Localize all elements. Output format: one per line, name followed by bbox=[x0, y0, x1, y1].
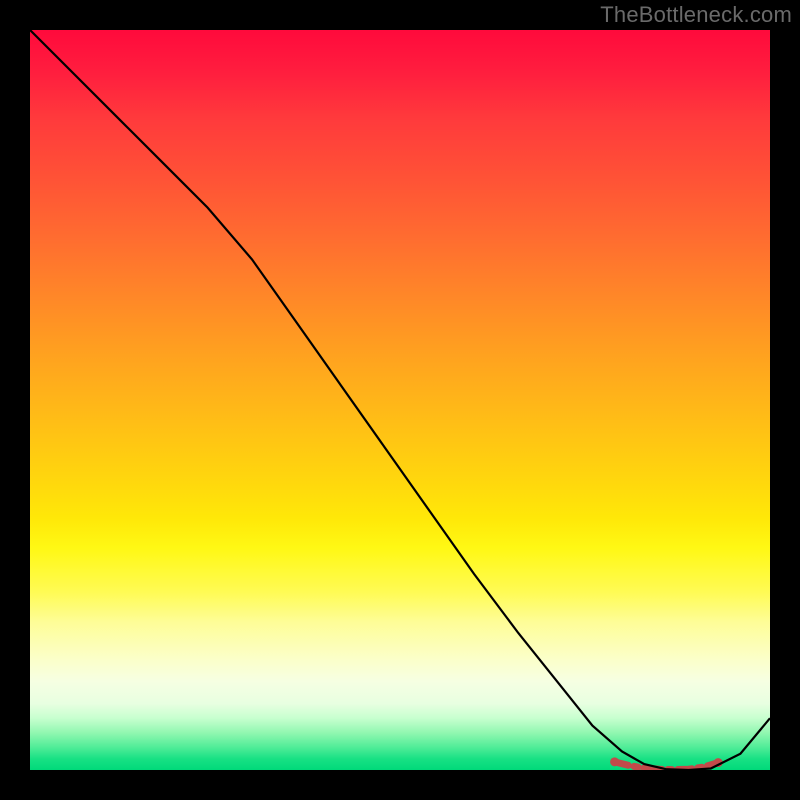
watermark-text: TheBottleneck.com bbox=[600, 2, 792, 28]
plot-area bbox=[30, 30, 770, 770]
chart-frame: TheBottleneck.com bbox=[0, 0, 800, 800]
minimum-band-endcap bbox=[610, 757, 619, 766]
curve-line bbox=[30, 30, 770, 770]
chart-svg bbox=[30, 30, 770, 770]
